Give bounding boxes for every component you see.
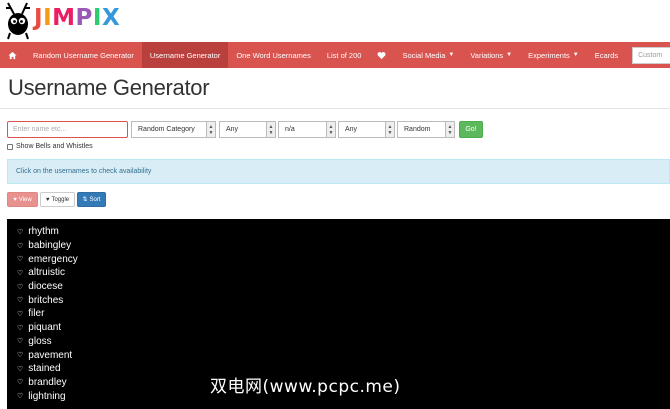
- username-item[interactable]: ♡ pavement: [17, 348, 670, 362]
- heart-outline-icon[interactable]: ♡: [17, 255, 23, 263]
- sort-icon: ⇅: [82, 197, 88, 203]
- select-arrows-icon: ▲ ▼: [266, 122, 275, 137]
- logo-letter: I: [43, 5, 53, 31]
- heart-outline-icon[interactable]: ♡: [17, 310, 23, 318]
- name-input[interactable]: [7, 121, 128, 138]
- logo-wordmark: JIMPIX: [34, 4, 120, 32]
- heart-outline-icon[interactable]: ♡: [17, 296, 23, 304]
- select-arrows-icon: ▲ ▼: [445, 122, 454, 137]
- logo-letter: P: [75, 5, 93, 31]
- nav-username-generator[interactable]: Username Generator: [141, 42, 229, 68]
- site-logo[interactable]: JIMPIX: [0, 0, 120, 40]
- caret-down-icon: ▼: [448, 52, 455, 58]
- heart-outline-icon[interactable]: ♡: [17, 228, 23, 236]
- username-text[interactable]: diocese: [28, 281, 62, 292]
- logo-letter: I: [92, 5, 102, 31]
- select-arrows-icon: ▲ ▼: [326, 122, 335, 137]
- username-item[interactable]: ♡ emergency: [17, 252, 670, 266]
- heart-outline-icon[interactable]: ♡: [17, 365, 23, 373]
- nav-random-username-generator[interactable]: Random Username Generator: [25, 42, 142, 68]
- heart-outline-icon[interactable]: ♡: [17, 242, 23, 250]
- caret-down-icon: ▼: [572, 52, 579, 58]
- bells-checkbox[interactable]: [7, 143, 13, 150]
- username-item[interactable]: ♡ piquant: [17, 321, 670, 335]
- username-text[interactable]: rhythm: [28, 226, 59, 237]
- heart-outline-icon[interactable]: ♡: [17, 283, 23, 291]
- username-item[interactable]: ♡ altruistic: [17, 266, 670, 280]
- heart-outline-icon[interactable]: ♡: [17, 378, 23, 386]
- nav-ecards[interactable]: Ecards: [587, 42, 626, 68]
- toggle-button[interactable]: ♥ Toggle: [40, 192, 75, 207]
- username-item[interactable]: ♡ britches: [17, 293, 670, 307]
- sort-button[interactable]: ⇅ Sort: [77, 192, 106, 207]
- info-alert: Click on the usernames to check availabi…: [7, 159, 670, 184]
- heart-outline-icon[interactable]: ♡: [17, 269, 23, 277]
- username-text[interactable]: babingley: [28, 240, 71, 251]
- view-button[interactable]: ♥ View: [7, 192, 38, 207]
- username-text[interactable]: britches: [28, 295, 63, 306]
- filter-select-1[interactable]: Any ▲ ▼: [219, 121, 276, 138]
- username-item[interactable]: ♡ filer: [17, 307, 670, 321]
- heart-outline-icon[interactable]: ♡: [17, 337, 23, 345]
- heart-outline-icon[interactable]: ♡: [17, 392, 23, 400]
- nav-one-word-usernames[interactable]: One Word Usernames: [228, 42, 318, 68]
- nav-favorites[interactable]: [369, 42, 394, 68]
- custom-search-input[interactable]: [632, 46, 670, 64]
- category-select[interactable]: Random Category ▲ ▼: [131, 121, 216, 138]
- caret-down-icon: ▼: [506, 52, 513, 58]
- username-item[interactable]: ♡ babingley: [17, 239, 670, 253]
- nav-list-of-200[interactable]: List of 200: [319, 42, 370, 68]
- logo-letter: X: [101, 5, 121, 31]
- heart-icon: ♥: [13, 196, 17, 203]
- bells-and-whistles-option[interactable]: Show Bells and Whistles: [7, 143, 93, 150]
- main-navbar: Random Username Generator Username Gener…: [0, 42, 670, 68]
- heart-icon: [377, 51, 386, 59]
- heart-icon: ♥: [45, 196, 50, 203]
- username-item[interactable]: ♡ gloss: [17, 335, 670, 349]
- logo-letter: M: [52, 5, 76, 31]
- username-text[interactable]: piquant: [28, 322, 61, 333]
- heart-outline-icon[interactable]: ♡: [17, 324, 23, 332]
- username-text[interactable]: pavement: [28, 350, 72, 361]
- nav-experiments[interactable]: Experiments ▼: [520, 42, 587, 68]
- filter-select-3[interactable]: Any ▲ ▼: [338, 121, 395, 138]
- username-text[interactable]: stained: [28, 363, 60, 374]
- page-title: Username Generator: [8, 75, 210, 100]
- username-text[interactable]: brandley: [28, 377, 66, 388]
- nav-social-media[interactable]: Social Media ▼: [394, 42, 462, 68]
- username-text[interactable]: lightning: [28, 391, 65, 402]
- select-arrows-icon: ▲ ▼: [206, 122, 215, 137]
- nav-home[interactable]: [0, 42, 25, 68]
- logo-letter: J: [34, 5, 44, 31]
- username-item[interactable]: ♡ rhythm: [17, 225, 670, 239]
- username-text[interactable]: filer: [28, 308, 44, 319]
- go-button[interactable]: Go!: [459, 121, 483, 138]
- watermark: 双电网(www.pcpc.me): [210, 377, 401, 397]
- mode-select[interactable]: Random ▲ ▼: [397, 121, 455, 138]
- username-text[interactable]: emergency: [28, 254, 77, 265]
- title-divider: [0, 108, 670, 109]
- nav-variations[interactable]: Variations ▼: [462, 42, 520, 68]
- username-text[interactable]: gloss: [28, 336, 51, 347]
- home-icon: [8, 51, 17, 59]
- username-item[interactable]: ♡ diocese: [17, 280, 670, 294]
- heart-outline-icon[interactable]: ♡: [17, 351, 23, 359]
- select-arrows-icon: ▲ ▼: [385, 122, 394, 137]
- filter-select-2[interactable]: n/a ▲ ▼: [278, 121, 336, 138]
- username-text[interactable]: altruistic: [28, 267, 65, 278]
